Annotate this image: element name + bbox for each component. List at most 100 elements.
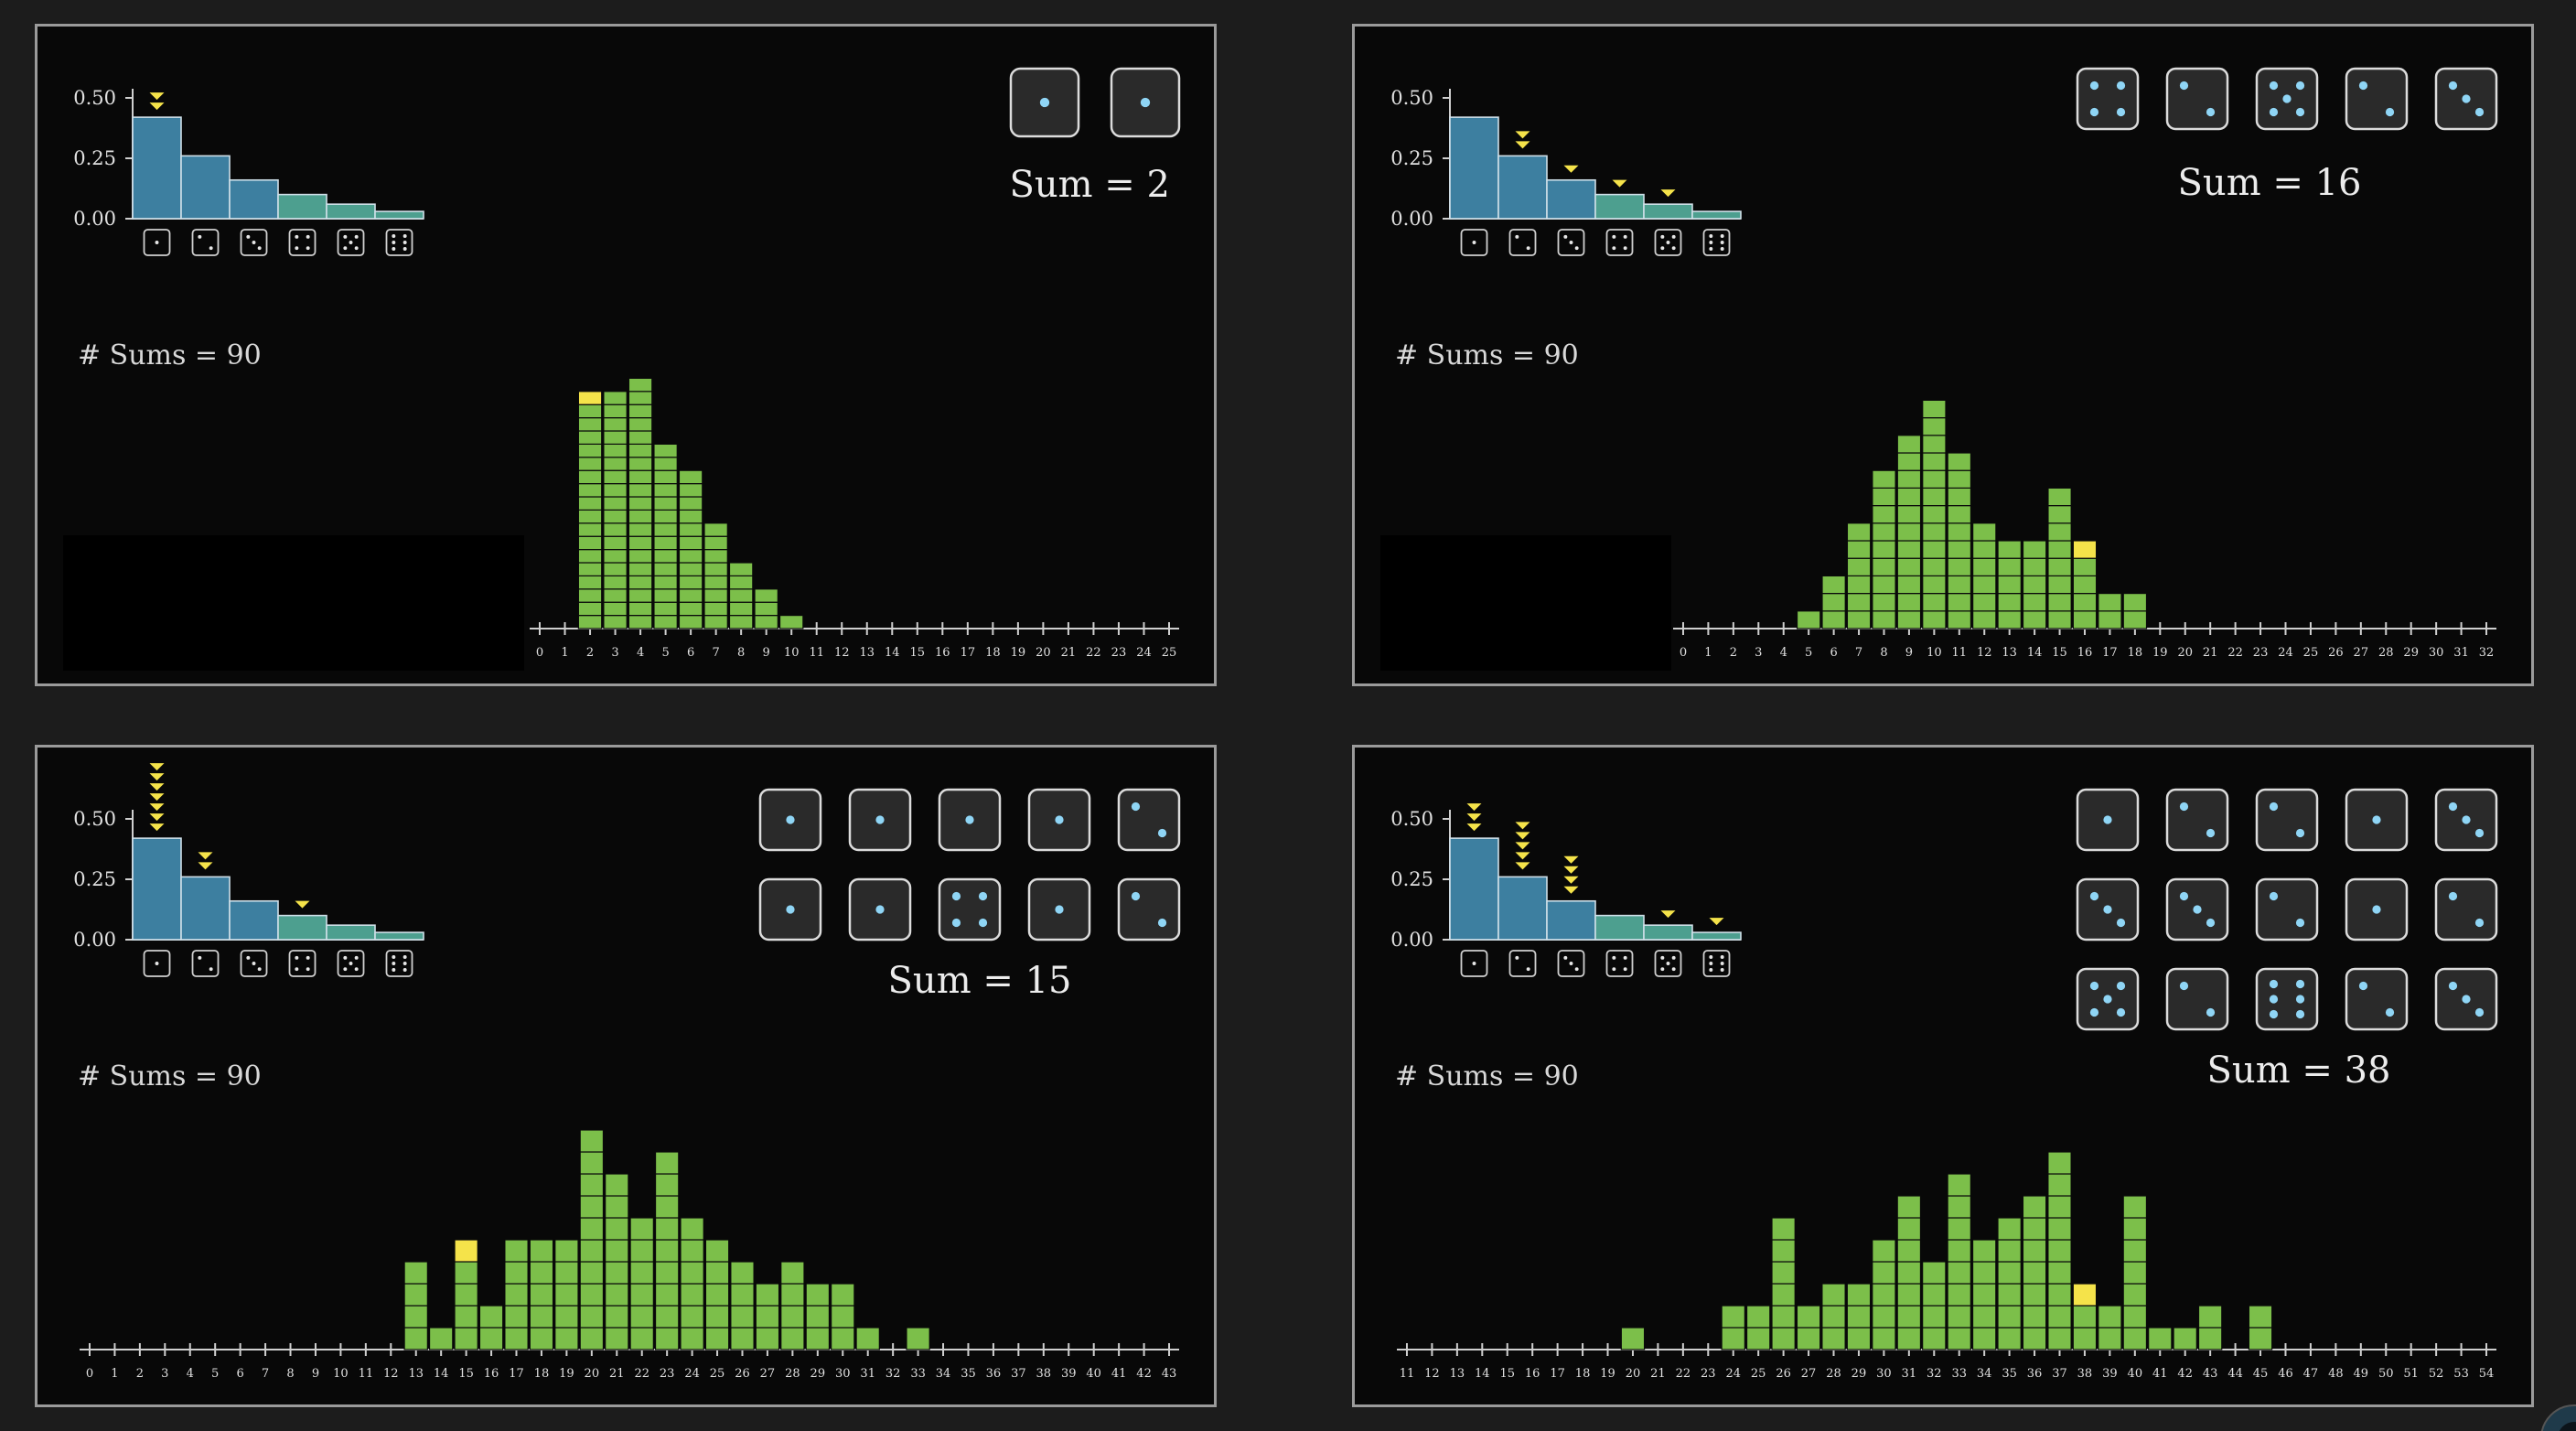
histogram-bar-cell <box>1872 1261 1896 1285</box>
x-tick-label: 18 <box>1575 1367 1591 1381</box>
sample-marker <box>149 823 165 832</box>
die-pip <box>295 967 299 972</box>
sample-marker <box>1660 910 1676 919</box>
die-body <box>1605 229 1634 256</box>
histogram-bar-cell <box>554 1261 579 1285</box>
die-pip <box>295 955 299 960</box>
histogram-bar-cell <box>831 1327 855 1350</box>
histogram-bar-cell <box>603 575 628 590</box>
histogram-bar-cell <box>1922 435 1947 454</box>
x-tick-label: 19 <box>1011 646 1026 660</box>
histogram-bar-cell <box>1947 504 1972 524</box>
x-tick-label: 20 <box>1036 646 1051 660</box>
y-tick-label: 0.00 <box>73 208 116 230</box>
histogram-bar-cell <box>2122 1239 2148 1263</box>
histogram-bar-cell <box>403 1283 428 1307</box>
die-pip <box>1039 97 1050 108</box>
histogram-bar-cell <box>1947 1305 1971 1329</box>
histogram-bar-cell <box>1947 1173 1971 1197</box>
x-tick-label: 2 <box>586 646 594 660</box>
sample-marker <box>1709 918 1724 926</box>
die-face-4 <box>288 229 317 256</box>
histogram-bar-cell <box>577 535 603 551</box>
die-pip <box>2448 802 2458 812</box>
die-pip <box>1720 247 1724 251</box>
distribution-bar <box>132 837 182 941</box>
distribution-bar <box>277 193 327 220</box>
die-pip <box>402 955 407 959</box>
histogram-bar-cell <box>678 522 703 537</box>
y-tick-label: 0.25 <box>73 868 116 890</box>
die-face-2 <box>2255 788 2319 852</box>
histogram-bar-cell <box>831 1305 855 1329</box>
die-face-3 <box>1557 229 1585 256</box>
die-pip <box>1574 246 1579 251</box>
histogram-bar-cell <box>1771 1327 1796 1350</box>
x-tick-label: 9 <box>763 646 770 660</box>
die-pip <box>2089 891 2099 901</box>
die-face-5 <box>2255 67 2319 131</box>
histogram-bar-cell <box>504 1305 529 1329</box>
die-face-2 <box>191 229 220 256</box>
histogram-bar-cell <box>529 1327 554 1350</box>
histogram-bar-cell <box>554 1305 579 1329</box>
die-pip <box>786 905 795 914</box>
histogram-bar-cell <box>1721 1327 1745 1350</box>
x-tick-label: 10 <box>784 646 800 660</box>
die-pip <box>2385 107 2395 117</box>
histogram-bar-cell <box>1922 1261 1947 1285</box>
histogram-bar-cell <box>2248 1305 2273 1329</box>
histogram-bar-cell <box>1896 469 1922 490</box>
histogram-bar-cell <box>654 1195 680 1219</box>
histogram-bar-cell <box>2047 1217 2072 1241</box>
histogram-bar-cell <box>2022 1283 2047 1307</box>
histogram-bar-cell <box>2122 610 2148 629</box>
sample-marker <box>149 803 165 812</box>
histogram-bar-cell <box>2047 1151 2072 1175</box>
die-pip <box>2295 828 2305 838</box>
x-tick-label: 0 <box>86 1367 93 1381</box>
histogram-bar-cell <box>2047 504 2072 524</box>
histogram-bar-cell <box>653 548 678 564</box>
histogram-bar-cell <box>1821 592 1846 612</box>
histogram-bar-cell <box>730 1305 755 1329</box>
histogram-bar-cell <box>1771 1283 1796 1307</box>
histogram-bar-cell <box>2098 592 2122 612</box>
histogram-bar-cell <box>754 601 778 617</box>
sample-marker <box>1563 876 1579 884</box>
die-pip <box>1526 246 1530 251</box>
sums-count-label: # Sums = 90 <box>78 339 262 371</box>
die-pip <box>2282 94 2292 103</box>
die-face-2 <box>2165 788 2229 852</box>
histogram-bar-cell <box>653 614 678 629</box>
x-tick-label: 15 <box>1499 1367 1515 1381</box>
die-face-6 <box>1702 950 1731 977</box>
histogram-bar-cell <box>554 1327 579 1350</box>
histogram-bar-cell <box>628 509 653 524</box>
die-pip <box>354 234 359 239</box>
histogram-bar-cell <box>454 1283 478 1307</box>
die-body <box>1605 950 1634 977</box>
die-pip <box>2474 107 2485 117</box>
histogram-bar-cell <box>2197 1327 2223 1350</box>
histogram-bar-cell <box>1922 522 1947 542</box>
die-pip <box>1623 955 1627 960</box>
histogram-bar-cell <box>478 1327 504 1350</box>
histogram-bar-cell <box>577 391 603 405</box>
die-face-1 <box>938 788 1002 852</box>
die-face-1 <box>1027 788 1091 852</box>
distribution-bar <box>1691 931 1742 941</box>
die-body <box>2345 67 2409 131</box>
die-body <box>191 950 220 977</box>
histogram-bar-cell <box>1896 504 1922 524</box>
die-face-2 <box>2345 967 2409 1031</box>
die-pip <box>1472 241 1476 244</box>
sums-count-label: # Sums = 90 <box>1395 1060 1579 1092</box>
histogram-bar-cell <box>780 1305 805 1329</box>
histogram-bar-cell <box>2098 610 2122 629</box>
x-tick-label: 23 <box>1701 1367 1716 1381</box>
x-tick-label: 27 <box>1801 1367 1817 1381</box>
die-pip <box>2269 995 2279 1004</box>
distribution-bars <box>1449 116 1742 220</box>
die-face-1 <box>143 950 171 977</box>
